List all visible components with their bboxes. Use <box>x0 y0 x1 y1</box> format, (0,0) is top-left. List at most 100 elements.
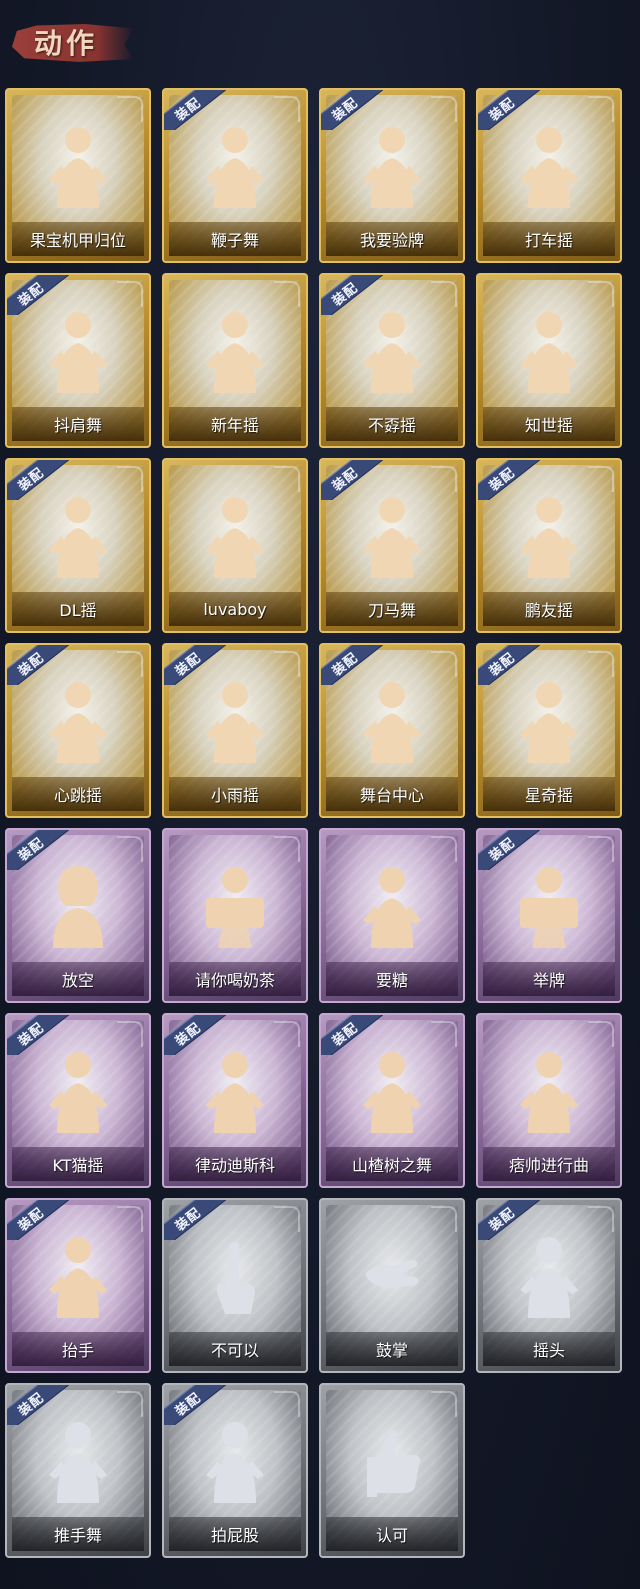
emote-card[interactable]: 认可 <box>319 1383 465 1558</box>
equipped-ribbon: 装配 <box>478 830 540 870</box>
equipped-badge: 装配 <box>321 90 383 130</box>
emote-card[interactable]: 装配 摇头 <box>476 1198 622 1373</box>
equipped-ribbon: 装配 <box>164 1200 226 1240</box>
emote-card[interactable]: 装配刀马舞 <box>319 458 465 633</box>
emote-label: 要糖 <box>375 971 408 990</box>
emote-label-band: 鼓掌 <box>326 1332 458 1366</box>
equipped-ribbon: 装配 <box>7 460 69 500</box>
emote-card[interactable]: 装配 放空 <box>5 828 151 1003</box>
emote-card[interactable]: 装配 KT猫摇 <box>5 1013 151 1188</box>
equipped-badge: 装配 <box>478 90 540 130</box>
equipped-badge-label: 装配 <box>486 1205 518 1235</box>
emote-card[interactable]: 装配 舞台中心 <box>319 643 465 818</box>
corner-ornament-icon <box>431 281 457 307</box>
equipped-ribbon: 装配 <box>321 1015 383 1055</box>
corner-ornament-icon <box>431 836 457 862</box>
emote-card[interactable]: 装配 推手舞 <box>5 1383 151 1558</box>
equipped-ribbon: 装配 <box>7 1385 69 1425</box>
equipped-badge-label: 装配 <box>486 465 518 495</box>
emote-card[interactable]: 装配星奇摇 <box>476 643 622 818</box>
equipped-ribbon: 装配 <box>7 645 69 685</box>
figure-icon <box>200 307 270 395</box>
equipped-ribbon: 装配 <box>321 460 383 500</box>
equipped-ribbon: 装配 <box>164 90 226 130</box>
emote-card[interactable]: 要糖 <box>319 828 465 1003</box>
emote-card[interactable]: 装配 拍屁股 <box>162 1383 308 1558</box>
emote-grid: 果宝机甲归位 装配 鞭子舞 装配 我要验牌 装配 打车摇 装配 抖肩舞 新年摇 … <box>5 88 622 1558</box>
emote-label: 打车摇 <box>524 231 573 250</box>
equipped-badge: 装配 <box>164 1200 226 1240</box>
equipped-badge-label: 装配 <box>172 1020 204 1050</box>
emote-label: 果宝机甲归位 <box>29 231 126 250</box>
emote-card[interactable]: 果宝机甲归位 <box>5 88 151 263</box>
equipped-badge-label: 装配 <box>486 95 518 125</box>
equipped-badge: 装配 <box>321 1015 383 1055</box>
equipped-ribbon: 装配 <box>321 90 383 130</box>
figure-icon <box>514 122 584 210</box>
emote-label: 鼓掌 <box>375 1341 408 1360</box>
emote-label-band: 鹏友摇 <box>483 592 615 626</box>
emote-card[interactable]: 装配 鞭子舞 <box>162 88 308 263</box>
figure-icon <box>514 1047 584 1135</box>
emote-card[interactable]: luvaboy <box>162 458 308 633</box>
emote-card[interactable]: 知世摇 <box>476 273 622 448</box>
emote-card[interactable]: 装配 鹏友摇 <box>476 458 622 633</box>
equipped-badge: 装配 <box>164 645 226 685</box>
equipped-badge-label: 装配 <box>15 280 47 310</box>
corner-ornament-icon <box>588 281 614 307</box>
emote-label: 星奇摇 <box>524 786 573 805</box>
figure-icon <box>43 492 113 580</box>
emote-label-band: luvaboy <box>169 592 301 626</box>
emote-card[interactable]: 装配 DL摇 <box>5 458 151 633</box>
thumbs-up-icon <box>357 1417 427 1505</box>
equipped-badge-label: 装配 <box>172 95 204 125</box>
emote-label: 不孬摇 <box>367 416 416 435</box>
emote-card[interactable]: 装配 举牌 <box>476 828 622 1003</box>
emote-card[interactable]: 新年摇 <box>162 273 308 448</box>
emote-label-band: DL摇 <box>12 592 144 626</box>
emote-card[interactable]: 装配打车摇 <box>476 88 622 263</box>
figure-icon <box>43 1232 113 1320</box>
emote-label-band: 打车摇 <box>483 222 615 256</box>
emote-label-band: 不可以 <box>169 1332 301 1366</box>
emote-card[interactable]: 装配山楂树之舞 <box>319 1013 465 1188</box>
emote-card[interactable]: 装配 抖肩舞 <box>5 273 151 448</box>
emote-label-band: 山楂树之舞 <box>326 1147 458 1181</box>
corner-ornament-icon <box>588 651 614 677</box>
emote-label: 知世摇 <box>524 416 573 435</box>
equipped-ribbon: 装配 <box>164 1385 226 1425</box>
emote-card[interactable]: 装配 抬手 <box>5 1198 151 1373</box>
equipped-badge-label: 装配 <box>329 95 361 125</box>
corner-ornament-icon <box>431 651 457 677</box>
emote-label-band: KT猫摇 <box>12 1147 144 1181</box>
corner-ornament-icon <box>117 651 143 677</box>
emote-card[interactable]: 装配 不孬摇 <box>319 273 465 448</box>
emote-card[interactable]: 装配 心跳摇 <box>5 643 151 818</box>
equipped-badge-label: 装配 <box>329 465 361 495</box>
equipped-ribbon: 装配 <box>478 645 540 685</box>
emote-card[interactable]: 装配 律动迪斯科 <box>162 1013 308 1188</box>
emote-label: 山楂树之舞 <box>351 1156 432 1175</box>
emote-card[interactable]: 装配我要验牌 <box>319 88 465 263</box>
equipped-badge: 装配 <box>7 275 69 315</box>
emote-label: 我要验牌 <box>359 231 424 250</box>
equipped-badge-label: 装配 <box>15 650 47 680</box>
sign-figure-icon <box>200 862 270 950</box>
emote-label-band: 心跳摇 <box>12 777 144 811</box>
corner-ornament-icon <box>274 281 300 307</box>
figure-icon <box>43 1417 113 1505</box>
emote-label: DL摇 <box>59 601 97 620</box>
emote-card[interactable]: 装配不可以 <box>162 1198 308 1373</box>
corner-ornament-icon <box>431 96 457 122</box>
corner-ornament-icon <box>274 1021 300 1047</box>
equipped-ribbon: 装配 <box>478 1200 540 1240</box>
emote-label: 放空 <box>61 971 94 990</box>
emote-card[interactable]: 装配 小雨摇 <box>162 643 308 818</box>
emote-label: 刀马舞 <box>367 601 416 620</box>
equipped-badge: 装配 <box>7 1200 69 1240</box>
emote-label-band: 新年摇 <box>169 407 301 441</box>
figure-icon <box>357 677 427 765</box>
emote-card[interactable]: 鼓掌 <box>319 1198 465 1373</box>
emote-card[interactable]: 痞帅进行曲 <box>476 1013 622 1188</box>
emote-card[interactable]: 请你喝奶茶 <box>162 828 308 1003</box>
